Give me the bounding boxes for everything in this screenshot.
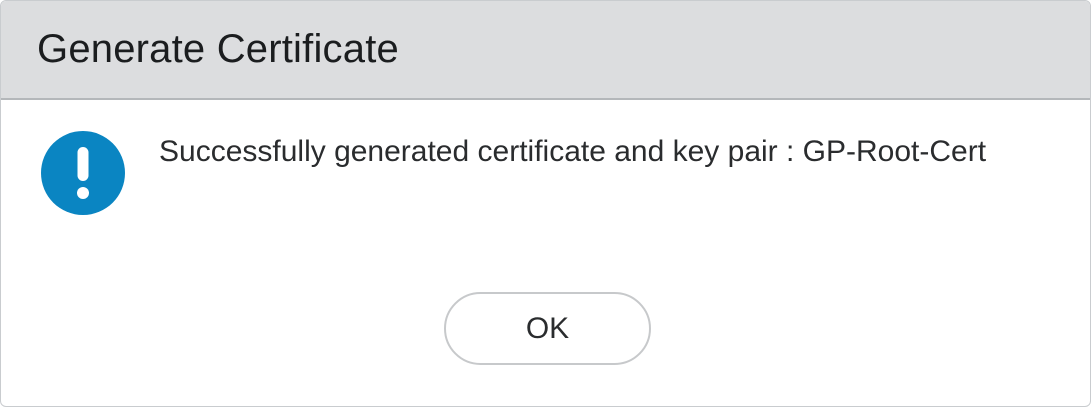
dialog-title: Generate Certificate (37, 27, 399, 71)
exclamation-info-icon (40, 130, 126, 216)
ok-button[interactable]: OK (444, 292, 651, 365)
dialog-message: Successfully generated certificate and k… (159, 135, 987, 168)
dialog-body: Successfully generated certificate and k… (1, 100, 1090, 404)
dialog-header: Generate Certificate (1, 1, 1090, 100)
generate-certificate-dialog: Generate Certificate Successfully genera… (0, 0, 1091, 407)
